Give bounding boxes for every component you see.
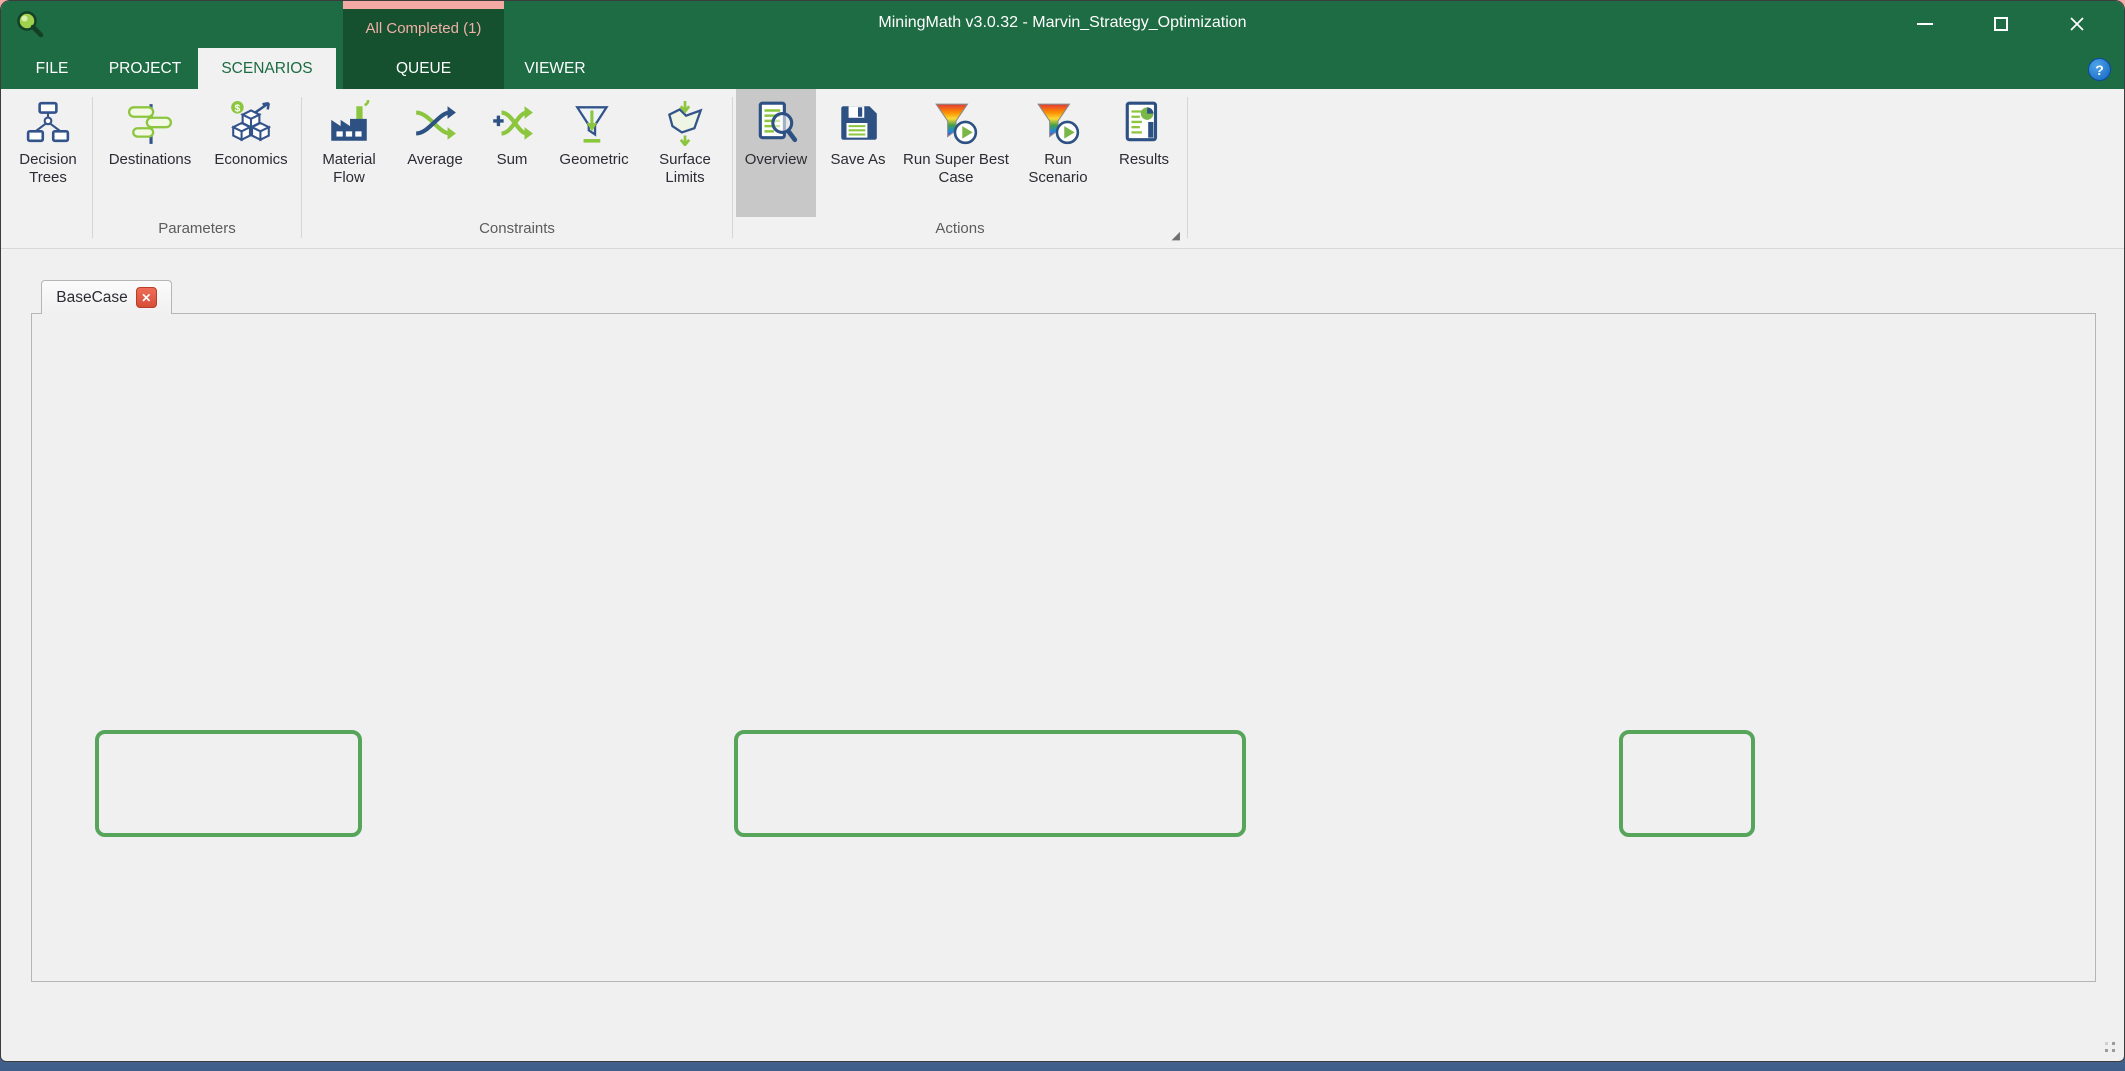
menu-project[interactable]: PROJECT	[97, 48, 193, 89]
ribbon-separator	[1187, 97, 1188, 238]
surface-limits-button[interactable]: Surface Limits	[641, 89, 729, 217]
close-button[interactable]	[2049, 1, 2105, 47]
funnel-icon	[571, 97, 617, 149]
queue-progress-bar	[343, 1, 504, 9]
average-button[interactable]: Average	[393, 89, 477, 217]
scenario-tab-label: BaseCase	[56, 289, 128, 307]
economics-label: Economics	[212, 149, 289, 169]
menu-queue[interactable]: QUEUE	[343, 48, 504, 89]
decision-trees-label: Decision Trees	[7, 149, 89, 188]
surface-pit-icon	[662, 97, 708, 149]
ribbon-group-parameters: Destinations $	[96, 89, 298, 248]
save-as-label: Save As	[828, 149, 887, 169]
average-label: Average	[405, 149, 465, 169]
factory-icon	[326, 97, 372, 149]
ribbon-group-label: Parameters	[96, 218, 298, 248]
cubes-dollar-icon: $	[228, 97, 274, 149]
ribbon-toolbar: Decision Trees Destination	[1, 89, 2124, 249]
document-magnifier-icon	[753, 97, 799, 149]
material-flow-button[interactable]: Material Flow	[305, 89, 393, 217]
rainbow-funnel-play-icon	[1035, 97, 1081, 149]
app-window: MiningMath v3.0.32 - Marvin_Strategy_Opt…	[0, 0, 2125, 1062]
menu-file[interactable]: FILE	[16, 48, 88, 89]
run-super-best-case-label: Run Super Best Case	[900, 149, 1012, 188]
minimize-button[interactable]	[1897, 1, 1953, 47]
decision-trees-icon	[25, 97, 71, 149]
sum-button[interactable]: Sum	[477, 89, 547, 217]
economics-button[interactable]: $ Economics	[204, 89, 298, 217]
run-scenario-label: Run Scenario	[1012, 149, 1104, 188]
dialog-launcher-icon[interactable]: ◢	[1172, 231, 1180, 242]
menu-viewer[interactable]: VIEWER	[509, 48, 601, 89]
run-super-best-case-button[interactable]: Run Super Best Case	[900, 89, 1012, 217]
scenario-tab-panel	[31, 313, 2096, 982]
ribbon-group-constraints: Material Flow Average	[305, 89, 729, 248]
destinations-label: Destinations	[107, 149, 194, 169]
overview-button-selected[interactable]: Overview	[736, 89, 816, 217]
resize-grip[interactable]	[2100, 1037, 2116, 1053]
geometric-label: Geometric	[557, 149, 630, 169]
queue-tab-column: All Completed (1) QUEUE	[343, 1, 504, 89]
ribbon-group-decision-trees: Decision Trees	[7, 89, 89, 248]
svg-text:$: $	[235, 104, 241, 115]
ribbon-group-label: Actions	[736, 218, 1184, 248]
decision-trees-button[interactable]: Decision Trees	[7, 89, 89, 217]
floppy-icon	[835, 97, 881, 149]
ribbon-separator	[92, 97, 93, 238]
menu-scenarios-active[interactable]: SCENARIOS	[198, 48, 336, 89]
save-as-button[interactable]: Save As	[816, 89, 900, 217]
rainbow-funnel-play-icon	[933, 97, 979, 149]
destinations-button[interactable]: Destinations	[96, 89, 204, 217]
tab-close-icon[interactable]: ✕	[136, 287, 157, 308]
geometric-button[interactable]: Geometric	[547, 89, 641, 217]
overview-label: Overview	[743, 149, 810, 169]
maximize-button[interactable]	[1973, 1, 2029, 47]
ribbon-group-label: Constraints	[305, 218, 729, 248]
material-flow-label: Material Flow	[305, 149, 393, 188]
ribbon-group-actions: Overview Save As	[736, 89, 1184, 248]
cross-arrows-icon	[412, 97, 458, 149]
signpost-icon	[127, 97, 173, 149]
ribbon-separator	[732, 97, 733, 238]
help-button[interactable]: ?	[2088, 58, 2111, 81]
window-title: MiningMath v3.0.32 - Marvin_Strategy_Opt…	[1, 14, 2124, 32]
cross-arrows-plus-icon	[489, 97, 535, 149]
ribbon-separator	[301, 97, 302, 238]
ribbon-group-label	[7, 218, 89, 248]
results-label: Results	[1117, 149, 1171, 169]
run-scenario-button[interactable]: Run Scenario	[1012, 89, 1104, 217]
document-chart-icon	[1121, 97, 1167, 149]
results-button[interactable]: Results	[1104, 89, 1184, 217]
close-icon	[2069, 16, 2085, 32]
scenario-tab-basecase[interactable]: BaseCase ✕	[41, 280, 172, 314]
title-bar: MiningMath v3.0.32 - Marvin_Strategy_Opt…	[1, 1, 2124, 48]
sum-label: Sum	[495, 149, 530, 169]
queue-status-badge: All Completed (1)	[343, 9, 504, 48]
surface-limits-label: Surface Limits	[641, 149, 729, 188]
